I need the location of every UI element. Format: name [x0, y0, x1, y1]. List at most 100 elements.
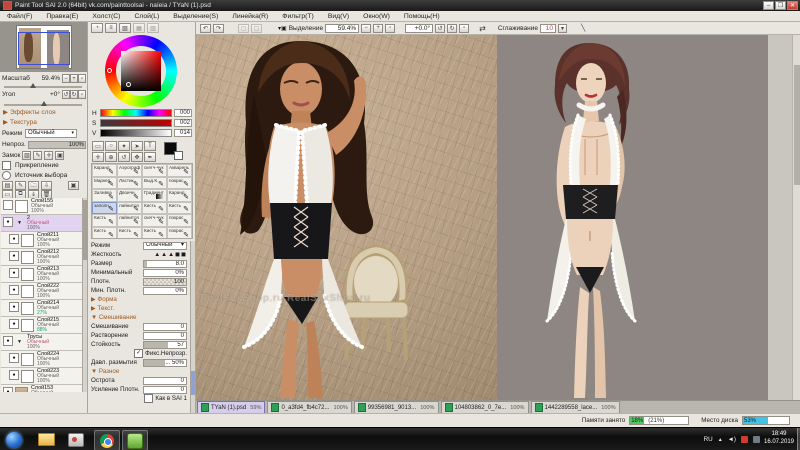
eye-toggle[interactable]: ● [3, 387, 13, 392]
sv-square[interactable] [121, 51, 161, 91]
magic-wand-tool[interactable]: ✦ [118, 141, 130, 151]
fix-opacity-checkbox[interactable]: ✓ [134, 349, 143, 358]
background-color-swatch[interactable] [174, 151, 183, 160]
layer-row[interactable]: ● Слой223Обычный100% [1, 368, 82, 385]
new-pen-layer-button[interactable]: ✎ [15, 181, 26, 190]
brush-paint[interactable]: покрас✎ [167, 227, 192, 239]
brush-liner[interactable]: лайнится✎ [117, 202, 142, 215]
chrome-taskbar-icon[interactable] [94, 430, 120, 450]
rotate-cw-button[interactable]: ↻ [447, 24, 457, 33]
lasso-tool[interactable]: ○ [105, 141, 117, 151]
angle-reset-button[interactable]: ▫ [459, 24, 469, 33]
brush-brush[interactable]: Кисть✎ [92, 214, 117, 227]
brush-eraser[interactable]: Ластик✎ [117, 177, 142, 190]
brush-sketch[interactable]: скетч-чук✎ [142, 164, 167, 177]
menu-view[interactable]: Вид(V) [321, 13, 356, 20]
s-slider[interactable] [100, 119, 172, 127]
menu-canvas[interactable]: Холст(C) [85, 13, 127, 20]
eye-toggle[interactable]: ● [9, 285, 19, 295]
green-app-taskbar-icon[interactable] [122, 430, 148, 450]
layer-row-folder[interactable]: ● ▼ ТрусыОбычный100% [1, 334, 82, 351]
menu-window[interactable]: Окно(W) [356, 13, 397, 20]
s-value[interactable]: 002 [174, 119, 192, 127]
misc-section-header[interactable]: ▼ Разное [88, 367, 190, 376]
hardness-presets[interactable]: ▲▲▲◼◼ [154, 251, 187, 258]
zoom-tool[interactable]: ⊕ [105, 152, 117, 162]
eye-toggle[interactable]: ● [9, 370, 19, 380]
dilution-box[interactable]: 0 [143, 332, 187, 340]
eye-toggle[interactable]: ● [9, 251, 19, 261]
sai-taskbar-icon[interactable] [64, 430, 88, 449]
selection-source-row[interactable]: Источник выбора [2, 171, 67, 180]
brush-airbrush[interactable]: Аэрограф✎ [117, 164, 142, 177]
brush-brush[interactable]: Кисть✎ [142, 227, 167, 239]
lock-transparency-icon[interactable]: ▨ [22, 151, 31, 160]
taskbar-clock[interactable]: 18:4916.07.2019 [762, 430, 796, 446]
blending-section-header[interactable]: ▼ Смешивание [88, 313, 190, 322]
angle-value-box[interactable]: +0.0° [405, 24, 433, 33]
layer-row[interactable]: ● Слой212Обычный100% [1, 249, 82, 266]
texture-header[interactable]: ▶Текстура [0, 117, 87, 127]
maximize-button[interactable]: ❐ [775, 1, 786, 10]
menu-selection[interactable]: Выделение(S) [166, 13, 225, 20]
rotate-tool[interactable]: ↺ [118, 152, 130, 162]
density-boost-box[interactable]: 0 [143, 386, 187, 394]
tray-app-icon[interactable] [753, 436, 760, 443]
blending-box[interactable]: 0 [143, 323, 187, 331]
language-indicator[interactable]: RU [704, 436, 713, 443]
undo-button[interactable]: ↶ [200, 24, 211, 33]
h-value[interactable]: 000 [174, 109, 192, 117]
clipping-checkbox[interactable] [2, 161, 11, 170]
nav-scale-slider[interactable] [4, 86, 82, 88]
brush-fill-selected[interactable]: заполн.✎ [92, 202, 117, 215]
sharpness-box[interactable]: 0 [143, 377, 187, 385]
brush-paint[interactable]: покрас✎ [167, 214, 192, 227]
close-button[interactable]: ✕ [787, 1, 798, 10]
smoothing-dropdown[interactable]: ▾ [558, 24, 567, 33]
layer-row-selected[interactable]: ● ▼ 2Обычный100% [1, 215, 82, 232]
menu-filter[interactable]: Фильтр(T) [275, 13, 321, 20]
clipping-group-row[interactable]: Прикрепление [2, 161, 59, 170]
v-value[interactable]: 014 [174, 129, 192, 137]
menu-ruler[interactable]: Линейка(R) [225, 13, 275, 20]
brush-pencil[interactable]: Каранд.✎ [92, 164, 117, 177]
canvas-vertical-scrollbar[interactable] [792, 35, 800, 400]
fix-opacity-row[interactable]: ✓ Фикс.Непрозр. [88, 349, 190, 358]
layer-mode-select[interactable]: Обычный▾ [25, 129, 77, 138]
layer-row[interactable]: Слой155Обычный100% [1, 198, 82, 215]
redo-button[interactable]: ↷ [213, 24, 224, 33]
layer-row[interactable]: ● Слой215Обычный88% [1, 317, 82, 334]
eye-toggle[interactable]: ● [9, 302, 19, 312]
folder-open-icon[interactable]: ▼ [17, 339, 22, 345]
brush-brush[interactable]: Кисть✎ [117, 227, 142, 239]
v-slider[interactable] [100, 129, 172, 137]
navigator-preview[interactable] [0, 22, 87, 72]
eye-toggle[interactable] [3, 200, 13, 210]
lock-pen-icon[interactable]: ✎ [33, 151, 42, 160]
notification-icon[interactable] [741, 436, 748, 443]
brush-mode-select[interactable]: Обычный▾ [143, 242, 187, 250]
layer-row[interactable]: ● Слой213Обычный100% [1, 266, 82, 283]
text-tool[interactable]: T [144, 141, 156, 151]
zoom-in-button[interactable]: + [373, 24, 383, 33]
lock-move-icon[interactable]: ✛ [44, 151, 53, 160]
brush-select-pen[interactable]: Выд.К.✎ [142, 177, 167, 190]
brush-watercolor[interactable]: Акварель✎ [167, 164, 192, 177]
hand-tool[interactable]: ✥ [131, 152, 143, 162]
color-wheel-tab[interactable]: ◔ [91, 23, 103, 33]
canvas-viewport[interactable]: RealSexShop.ru RealSexShop.ru [196, 35, 768, 400]
tray-expand-icon[interactable]: ▲ [718, 437, 723, 443]
brush-paint[interactable]: покрас✎ [167, 177, 192, 190]
brush-pencil2[interactable]: Каранд.✎ [167, 189, 192, 202]
layer-row[interactable]: ● Слой214Обычный27% [1, 300, 82, 317]
lock-all-icon[interactable]: ▣ [55, 151, 64, 160]
menu-layer[interactable]: Слой(L) [127, 13, 166, 20]
folder-open-icon[interactable]: ▼ [17, 220, 22, 226]
sai1-row[interactable]: Как в SAI 1 [88, 394, 190, 403]
nav-zoom-in-button[interactable]: + [70, 74, 78, 83]
eye-toggle[interactable]: ● [3, 217, 13, 227]
persistence-slider[interactable]: 57 [143, 341, 187, 349]
navigator-view-rect[interactable] [18, 32, 70, 65]
brush-brush[interactable]: Кисть✎ [142, 202, 167, 215]
minimize-button[interactable]: – [763, 1, 774, 10]
